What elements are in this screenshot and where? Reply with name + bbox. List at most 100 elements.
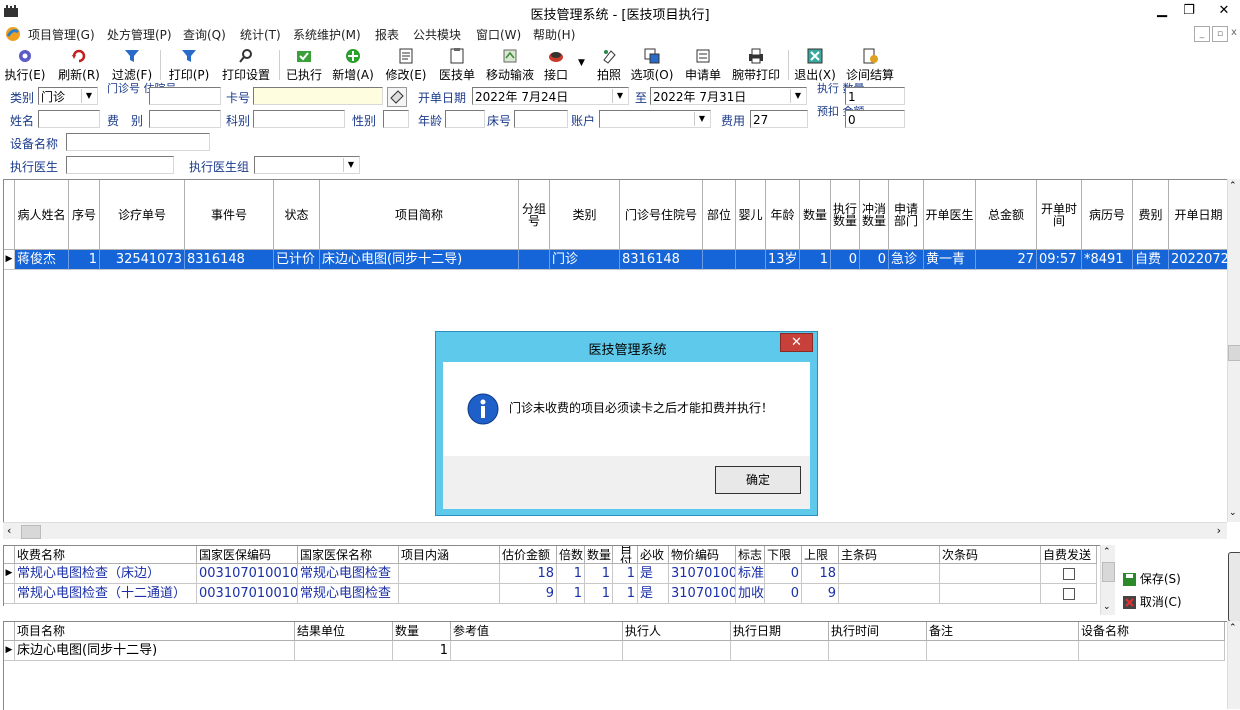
bed-input[interactable] (514, 110, 568, 128)
fee-column-header[interactable]: 标志 (736, 546, 765, 564)
fee-column-header[interactable]: 估价金额 (500, 546, 557, 564)
fee-cell[interactable] (839, 564, 940, 584)
scroll-thumb[interactable] (1102, 562, 1115, 582)
scroll-up-icon[interactable]: ⌃ (1103, 547, 1111, 557)
fee-cell[interactable]: 003107010010 (197, 584, 298, 604)
result-cell[interactable] (829, 641, 927, 661)
application-form-button[interactable]: 申请单 (683, 46, 723, 84)
fee-column-header[interactable]: 上限 (802, 546, 839, 564)
interface-button[interactable]: 接口 (541, 46, 571, 84)
edit-button[interactable]: 修改(E) (384, 46, 428, 84)
fee-cell[interactable]: 1 (585, 584, 613, 604)
exec-count-input[interactable]: 1 (845, 87, 905, 105)
execution-cell[interactable]: 蒋俊杰 (15, 250, 69, 270)
result-cell[interactable] (451, 641, 623, 661)
fee-cell[interactable]: 31070100 (669, 564, 736, 584)
result-column-header[interactable]: 执行日期 (731, 622, 829, 641)
clinic-no-input[interactable] (149, 87, 221, 105)
fee-cell[interactable]: 常规心电图检查（床边） (15, 564, 197, 584)
restore-button[interactable]: ❐ (1175, 2, 1203, 20)
result-cell[interactable] (1079, 641, 1225, 661)
execution-column-header[interactable]: 诊疗单号 (100, 180, 185, 250)
execution-cell[interactable]: 黄一青 (924, 250, 976, 270)
fee-column-header[interactable]: 数量 (585, 546, 613, 564)
fee-cell[interactable]: 0 (765, 564, 802, 584)
execution-column-header[interactable]: 执行数量 (831, 180, 860, 250)
age-input[interactable] (445, 110, 485, 128)
fee-column-header[interactable]: 倍数 (557, 546, 585, 564)
self-pay-send-checkbox[interactable] (1062, 587, 1075, 600)
fee-cell[interactable] (839, 584, 940, 604)
execution-cell[interactable]: 0 (831, 250, 860, 270)
fee-cell[interactable]: 18 (500, 564, 557, 584)
fee-cell[interactable]: 1 (585, 564, 613, 584)
menu-statistics[interactable]: 统计(T) (240, 26, 281, 43)
execution-cell[interactable]: 8316148 (185, 250, 274, 270)
execute-button[interactable]: 执行(E) (3, 46, 47, 84)
fee-cell[interactable]: 1 (557, 584, 585, 604)
fee-column-header[interactable]: 国家医保编码 (197, 546, 298, 564)
execution-column-header[interactable]: 年龄 (766, 180, 800, 250)
execution-cell[interactable]: 床边心电图(同步十二导) (320, 250, 519, 270)
result-column-header[interactable]: 项目名称 (15, 622, 295, 641)
scroll-thumb[interactable] (1228, 345, 1240, 361)
clinic-settle-button[interactable]: 诊间结算 (845, 46, 895, 84)
fee-column-header[interactable]: 必收 (638, 546, 669, 564)
read-card-button[interactable] (387, 87, 407, 107)
fee-cell[interactable]: 003107010010 (197, 564, 298, 584)
mdi-minimize-button[interactable]: _ (1194, 26, 1210, 42)
result-cell[interactable]: 1 (393, 641, 451, 661)
filter-button[interactable]: 过滤(F) (109, 46, 155, 84)
fee-cell[interactable] (1041, 584, 1097, 604)
execution-cell[interactable]: 1 (800, 250, 831, 270)
prepaid-input[interactable]: 0 (845, 110, 905, 128)
result-column-header[interactable]: 设备名称 (1079, 622, 1225, 641)
mobile-infusion-button[interactable]: 移动输液 (484, 46, 536, 84)
doctor-group-select[interactable]: ▼ (254, 156, 360, 174)
mdi-close-button[interactable]: x (1229, 26, 1239, 40)
fee-column-header[interactable]: 主条码 (839, 546, 940, 564)
execution-column-header[interactable]: 总金额 (976, 180, 1037, 250)
fee-cell[interactable]: 0 (765, 584, 802, 604)
result-column-header[interactable]: 执行时间 (829, 622, 927, 641)
fee-cell[interactable] (1041, 564, 1097, 584)
menu-reports[interactable]: 报表 (375, 26, 399, 43)
execution-column-header[interactable]: 申请部门 (889, 180, 924, 250)
fee-cell[interactable] (940, 564, 1041, 584)
execution-column-header[interactable]: 开单日期 (1169, 180, 1228, 250)
category-select[interactable]: 门诊 ▼ (38, 87, 98, 105)
execution-cell[interactable]: 急诊 (889, 250, 924, 270)
fee-type-input[interactable] (149, 110, 221, 128)
menu-system[interactable]: 系统维护(M) (293, 26, 361, 43)
fee-cell[interactable]: 标准 (736, 564, 765, 584)
menu-prescription[interactable]: 处方管理(P) (107, 26, 172, 43)
scroll-up-icon[interactable]: ⌃ (1229, 181, 1237, 191)
add-button[interactable]: 新增(A) (331, 46, 375, 84)
refresh-button[interactable]: 刷新(R) (56, 46, 102, 84)
medical-tech-form-button[interactable]: 医技单 (436, 46, 478, 84)
fee-column-header[interactable]: 自付 (613, 546, 638, 564)
execution-cell[interactable]: 09:57 (1037, 250, 1082, 270)
result-vertical-scrollbar[interactable]: ⌃ (1227, 621, 1240, 709)
fee-cell[interactable]: 常规心电图检查 (298, 584, 399, 604)
fee-cell[interactable]: 是 (638, 564, 669, 584)
execution-cell[interactable]: 0 (860, 250, 889, 270)
doctor-input[interactable] (66, 156, 174, 174)
dialog-close-button[interactable]: ✕ (780, 333, 813, 352)
fee-column-header[interactable]: 次条码 (940, 546, 1041, 564)
fee-cell[interactable] (399, 564, 500, 584)
main-horizontal-scrollbar[interactable]: ‹ › (3, 522, 1227, 539)
menu-public[interactable]: 公共模块 (413, 26, 461, 43)
fee-column-header[interactable]: 下限 (765, 546, 802, 564)
result-column-header[interactable]: 结果单位 (295, 622, 393, 641)
minimize-button[interactable]: ▁ (1148, 2, 1176, 20)
interface-dropdown-icon[interactable]: ▼ (578, 58, 585, 68)
execution-cell[interactable]: 已计价 (274, 250, 320, 270)
dept-input[interactable] (253, 110, 345, 128)
sex-input[interactable] (383, 110, 409, 128)
execution-column-header[interactable]: 婴儿 (736, 180, 766, 250)
name-input[interactable] (38, 110, 100, 128)
dialog-ok-button[interactable]: 确定 (715, 466, 801, 494)
fee-column-header[interactable]: 自费发送 (1041, 546, 1097, 564)
scroll-left-icon[interactable]: ‹ (7, 524, 11, 537)
